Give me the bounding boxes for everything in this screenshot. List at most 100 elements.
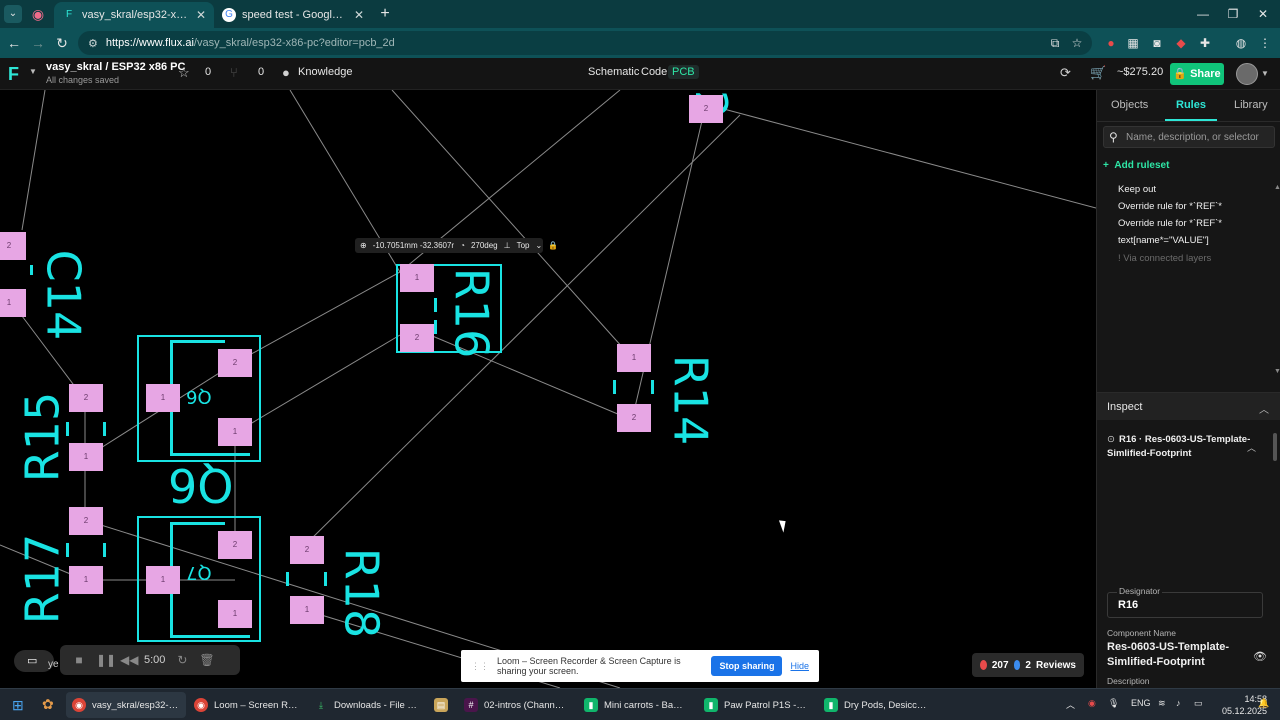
pad[interactable]: 1 bbox=[146, 384, 180, 412]
extension-record-icon[interactable]: ◉ bbox=[30, 6, 46, 22]
browser-menu-icon[interactable]: ⋮ bbox=[1256, 34, 1274, 52]
lock-icon[interactable]: 🔒 bbox=[548, 241, 558, 250]
taskbar-app[interactable]: ◉vasy_skral/esp32-x86-pc bbox=[66, 692, 186, 718]
tab-rules[interactable]: Rules bbox=[1176, 99, 1206, 111]
ref-label[interactable]: R17 bbox=[15, 534, 69, 625]
scroll-down-icon[interactable]: ▼ bbox=[1274, 368, 1280, 375]
reviews-button[interactable]: 207 2 Reviews bbox=[972, 653, 1084, 677]
language-indicator[interactable]: ENG bbox=[1131, 698, 1151, 708]
chevron-down-icon[interactable]: ⌄ bbox=[536, 241, 543, 250]
install-app-icon[interactable]: ⧉ bbox=[1046, 34, 1064, 52]
ref-label[interactable]: R14 bbox=[663, 355, 717, 446]
close-icon[interactable]: ✕ bbox=[196, 8, 206, 22]
extensions-puzzle-icon[interactable]: ✚ bbox=[1196, 34, 1214, 52]
new-tab-icon[interactable]: + bbox=[375, 4, 395, 24]
volume-icon[interactable]: ♪ bbox=[1176, 698, 1181, 708]
chevron-up-icon[interactable]: ︿ bbox=[1066, 698, 1075, 711]
chevron-up-icon[interactable]: ︿ bbox=[1247, 441, 1256, 454]
tab-pcb[interactable]: PCB bbox=[668, 65, 699, 79]
extension-grid-icon[interactable]: ▦ bbox=[1124, 34, 1142, 52]
minimize-icon[interactable]: — bbox=[1188, 4, 1218, 24]
notification-icon[interactable]: 🔔 bbox=[1258, 698, 1269, 709]
chevron-down-icon[interactable]: ▼ bbox=[1261, 69, 1269, 78]
rotation-readout[interactable]: 270deg bbox=[471, 241, 498, 250]
pad[interactable]: 1 bbox=[69, 566, 103, 594]
star-icon[interactable]: ☆ bbox=[178, 65, 190, 81]
pad[interactable]: 1 bbox=[400, 264, 434, 292]
pad[interactable]: 1 bbox=[0, 289, 26, 317]
pad[interactable]: 1 bbox=[218, 600, 252, 628]
inspect-scrollbar[interactable] bbox=[1273, 433, 1277, 461]
pcb-canvas[interactable]: 2 C14 R16 R14 R15 Q6 R17 R18 Q7 Q6 2 bbox=[0, 90, 1096, 688]
close-icon[interactable]: ✕ bbox=[354, 8, 364, 22]
taskbar-app[interactable]: ▮Dry Pods, Desiccant Tray bbox=[818, 692, 934, 718]
pad[interactable]: 1 bbox=[69, 443, 103, 471]
scroll-up-icon[interactable]: ▲ bbox=[1274, 184, 1280, 191]
taskbar-app[interactable]: ▤ bbox=[428, 692, 454, 718]
browser-tab-google[interactable]: G speed test - Google Search ✕ bbox=[214, 2, 372, 28]
tab-objects[interactable]: Objects bbox=[1111, 99, 1148, 111]
cart-icon[interactable]: 🛒 bbox=[1090, 65, 1106, 81]
extension-shield-icon[interactable]: ◆ bbox=[1172, 34, 1190, 52]
bookmark-star-icon[interactable]: ☆ bbox=[1068, 34, 1086, 52]
taskbar-app[interactable]: ▮Mini carrots - BambuStu bbox=[578, 692, 694, 718]
pad[interactable]: 2 bbox=[689, 95, 723, 123]
taskbar-app[interactable]: ⤓Downloads - File Explor bbox=[308, 692, 426, 718]
ref-label[interactable]: R15 bbox=[15, 392, 69, 483]
rules-search-input[interactable] bbox=[1126, 129, 1272, 145]
battery-icon[interactable]: ▭ bbox=[1194, 698, 1203, 709]
inspect-header[interactable]: Inspect ︿ bbox=[1097, 392, 1280, 420]
forward-icon[interactable]: → bbox=[28, 33, 48, 53]
list-item[interactable]: Keep out bbox=[1118, 184, 1156, 195]
wifi-icon[interactable]: ≋ bbox=[1158, 698, 1166, 709]
pad[interactable]: 2 bbox=[290, 536, 324, 564]
pad[interactable]: 1 bbox=[146, 566, 180, 594]
knowledge-button[interactable]: Knowledge bbox=[298, 66, 352, 78]
pad[interactable]: 2 bbox=[218, 349, 252, 377]
avatar[interactable] bbox=[1236, 63, 1258, 85]
rewind-icon[interactable]: ◀◀ bbox=[120, 653, 138, 667]
copilot-icon[interactable]: ✿ bbox=[42, 696, 54, 713]
eye-off-icon[interactable]: 👁 bbox=[1253, 650, 1267, 663]
project-title[interactable]: vasy_skral / ESP32 x86 PC bbox=[46, 61, 185, 73]
tab-code[interactable]: Code bbox=[641, 66, 667, 78]
pad[interactable]: 2 bbox=[69, 507, 103, 535]
price-estimate[interactable]: ~$275.20 bbox=[1117, 66, 1163, 78]
pad[interactable]: 2 bbox=[617, 404, 651, 432]
trash-icon[interactable]: 🗑 bbox=[199, 653, 214, 667]
pad[interactable]: 2 bbox=[218, 531, 252, 559]
reload-icon[interactable]: ↻ bbox=[52, 33, 72, 53]
component-name-value[interactable]: Res-0603-US-Template-Simlified-Footprint bbox=[1107, 640, 1247, 670]
fork-icon[interactable]: ⑂ bbox=[230, 65, 238, 80]
chevron-down-icon[interactable]: ▼ bbox=[29, 67, 37, 76]
taskbar-app[interactable]: #02-intros (Channel) - Flu bbox=[458, 692, 574, 718]
tray-app-icon[interactable]: ◉ bbox=[1088, 698, 1096, 709]
browser-tab-flux[interactable]: F vasy_skral/esp32-x86-pc: This is ✕ bbox=[54, 2, 214, 28]
selection-toolbar[interactable]: ⊕ -10.7051mm -32.3607r ◔ 270deg ⊥ Top ⌄ … bbox=[355, 238, 558, 253]
list-item[interactable]: text[name*="VALUE"] bbox=[1118, 235, 1209, 246]
list-item[interactable]: Override rule for *`REF`* bbox=[1118, 201, 1222, 212]
taskbar-app[interactable]: ▮Paw Patrol P1S - Bambu bbox=[698, 692, 814, 718]
pad[interactable]: 1 bbox=[218, 418, 252, 446]
pad[interactable]: 1 bbox=[290, 596, 324, 624]
tab-library[interactable]: Library bbox=[1234, 99, 1268, 111]
drag-handle-icon[interactable]: ⋮⋮ bbox=[471, 661, 489, 672]
chevron-up-icon[interactable]: ︿ bbox=[1259, 401, 1269, 416]
stop-sharing-button[interactable]: Stop sharing bbox=[711, 656, 783, 676]
position-readout[interactable]: -10.7051mm -32.3607r bbox=[373, 241, 454, 250]
list-item[interactable]: ! Via connected layers bbox=[1118, 253, 1211, 264]
stop-recording-icon[interactable]: ■ bbox=[72, 653, 86, 667]
pad[interactable]: 2 bbox=[69, 384, 103, 412]
tab-search-button[interactable]: ⌄ bbox=[4, 5, 22, 23]
layer-select[interactable]: Top bbox=[517, 241, 530, 250]
ref-label[interactable]: Q6 bbox=[168, 458, 233, 512]
hide-link[interactable]: Hide bbox=[790, 661, 809, 671]
tab-schematic[interactable]: Schematic bbox=[588, 66, 639, 78]
extension-camera-icon[interactable]: ◙ bbox=[1148, 34, 1166, 52]
profile-icon[interactable]: ◍ bbox=[1232, 34, 1250, 52]
list-item[interactable]: Override rule for *`REF`* bbox=[1118, 218, 1222, 229]
share-button[interactable]: 🔒 Share bbox=[1170, 63, 1224, 85]
taskbar-app[interactable]: ◉Loom – Screen Recorde bbox=[188, 692, 306, 718]
site-info-icon[interactable]: ⚙ bbox=[88, 37, 98, 50]
add-ruleset-button[interactable]: + Add ruleset bbox=[1103, 160, 1169, 171]
